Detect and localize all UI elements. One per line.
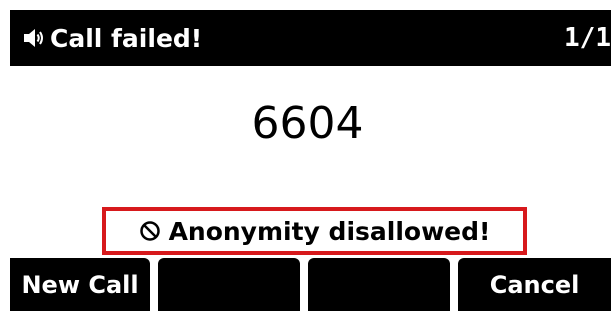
speaker-icon [22, 26, 46, 50]
status-message-box: Anonymity disallowed! [102, 207, 527, 255]
dialed-number: 6604 [251, 98, 364, 149]
phone-screen: Call failed! 1/1 6604 Anonymity disallow… [0, 0, 611, 311]
call-counter: 1/1 [564, 23, 611, 53]
softkey-2-empty[interactable] [158, 258, 301, 311]
title-group: Call failed! [22, 10, 202, 66]
cancel-softkey[interactable]: Cancel [458, 258, 611, 311]
softkey-3-empty[interactable] [308, 258, 451, 311]
title-bar: Call failed! 1/1 [10, 10, 611, 66]
softkey-bar: New Call Cancel [10, 258, 611, 311]
status-message: Anonymity disallowed! [168, 216, 491, 246]
call-status-title: Call failed! [50, 23, 203, 53]
new-call-softkey[interactable]: New Call [10, 258, 151, 311]
blocked-icon [139, 220, 161, 242]
